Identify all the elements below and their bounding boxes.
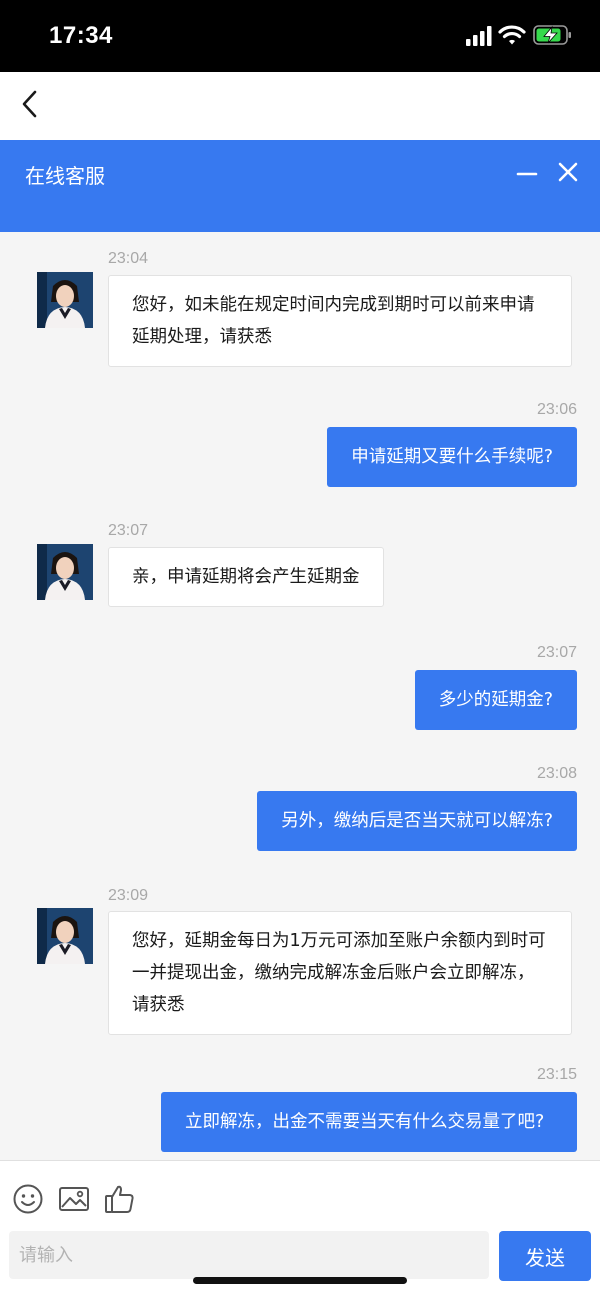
signal-icon [466,26,492,46]
emoji-icon[interactable] [12,1183,44,1215]
message-timestamp: 23:07 [536,644,577,661]
minimize-icon[interactable] [516,162,538,184]
nav-bar [0,72,600,140]
agent-avatar [37,908,93,964]
user-message-bubble: 申请延期又要什么手续呢? [327,427,577,487]
input-panel: 发送 [0,1160,600,1298]
user-message-bubble: 立即解冻，出金不需要当天有什么交易量了吧? [161,1092,577,1152]
chat-header: 在线客服 [0,140,600,232]
wifi-icon [498,25,526,45]
thumbs-up-icon[interactable] [104,1183,136,1215]
agent-avatar [37,272,93,328]
chat-title: 在线客服 [25,164,105,188]
agent-message-bubble: 您好，延期金每日为1万元可添加至账户余额内到时可一并提现出金，缴纳完成解冻金后账… [108,911,572,1035]
message-timestamp: 23:09 [108,887,149,904]
message-timestamp: 23:15 [536,1066,577,1083]
agent-message-bubble: 亲，申请延期将会产生延期金 [108,547,384,607]
back-arrow-icon[interactable] [16,86,44,122]
user-message-bubble: 多少的延期金? [414,670,577,730]
agent-message-bubble: 您好，如未能在规定时间内完成到期时可以前来申请延期处理，请获悉 [108,275,572,367]
battery-charging-icon [533,25,571,45]
send-button[interactable]: 发送 [499,1231,591,1281]
message-list[interactable]: 23:04 您好，如未能在规定时间内完成到期时可以前来申请延期处理，请获悉 23… [0,232,600,1160]
message-timestamp: 23:06 [536,401,577,418]
message-timestamp: 23:04 [108,250,149,267]
message-timestamp: 23:07 [108,522,149,539]
message-timestamp: 23:08 [536,765,577,782]
status-bar: 17:34 [0,0,600,72]
close-icon[interactable] [556,160,580,184]
agent-avatar [37,544,93,600]
image-icon[interactable] [58,1183,90,1215]
status-time: 17:34 [49,22,113,49]
home-indicator [193,1277,407,1284]
user-message-bubble: 另外，缴纳后是否当天就可以解冻? [257,791,577,851]
message-input[interactable] [9,1231,489,1279]
